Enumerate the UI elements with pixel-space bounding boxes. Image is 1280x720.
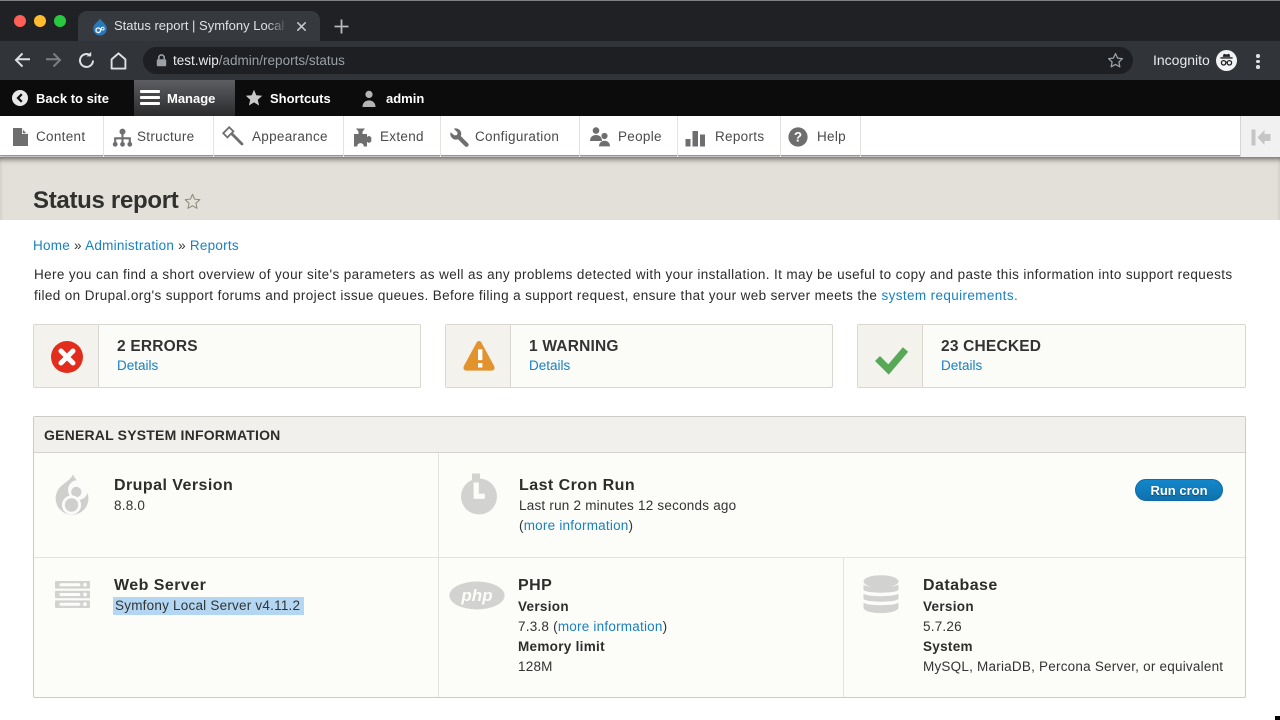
svg-text:?: ? (794, 130, 802, 145)
svg-text:php: php (460, 586, 492, 605)
